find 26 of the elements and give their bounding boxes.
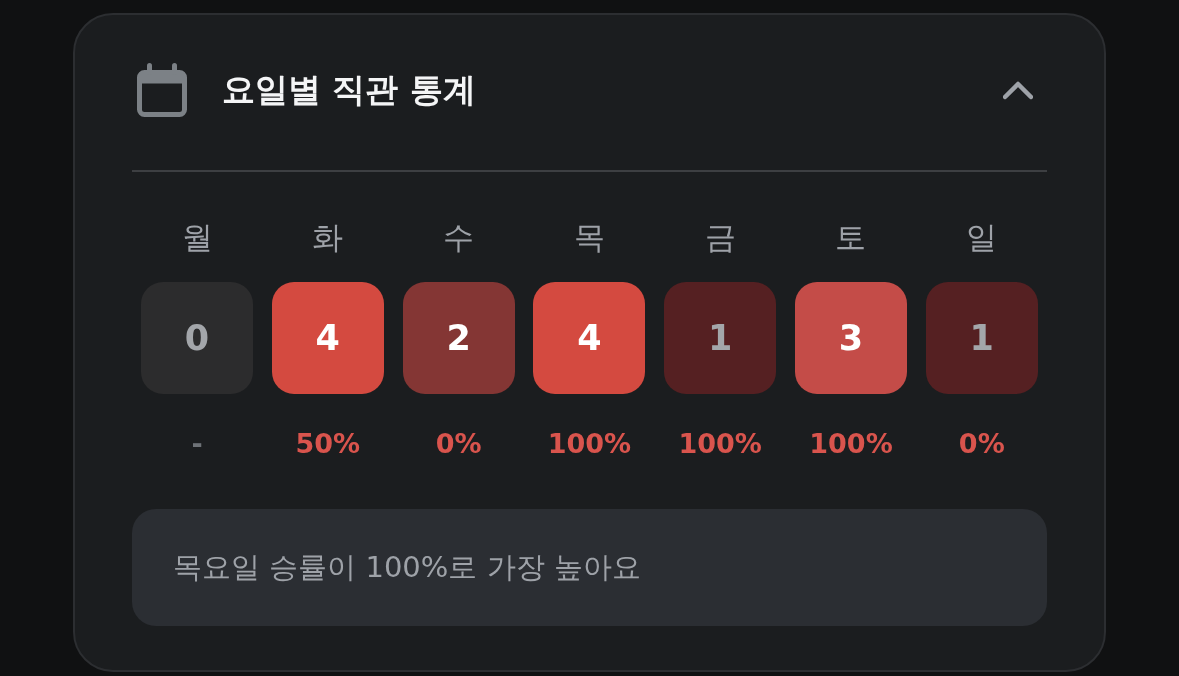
count-tile: 1: [925, 282, 1038, 394]
weekday-label: 일: [966, 218, 998, 256]
count-tile: 3: [795, 282, 907, 394]
win-rate: 100%: [809, 427, 893, 461]
weekday-label: 토: [835, 218, 867, 256]
count-tile: 1: [664, 282, 777, 394]
collapse-button[interactable]: [1003, 80, 1033, 100]
summary-text: 목요일 승률이 100%로 가장 높아요: [173, 550, 641, 585]
weekday-label: 수: [443, 218, 475, 256]
win-rate: -: [191, 427, 203, 461]
weekday-label: 화: [312, 218, 344, 256]
weekday-label: 금: [704, 218, 736, 256]
count-tile: 4: [271, 282, 384, 394]
calendar-icon: [137, 63, 187, 117]
win-rate: 50%: [295, 427, 361, 461]
count-tile: 2: [402, 282, 515, 394]
win-rate: 0%: [435, 427, 482, 461]
card-title: 요일별 직관 통계: [222, 70, 476, 110]
win-rate: 100%: [678, 427, 762, 461]
win-rate: 100%: [547, 427, 632, 461]
weekday-label: 월: [181, 218, 213, 256]
count-tile: 4: [533, 282, 646, 394]
weekday-label: 목: [573, 218, 605, 256]
count-tile: 0: [141, 282, 253, 394]
win-rate: 0%: [958, 427, 1005, 461]
chevron-icon: [1003, 80, 1033, 100]
